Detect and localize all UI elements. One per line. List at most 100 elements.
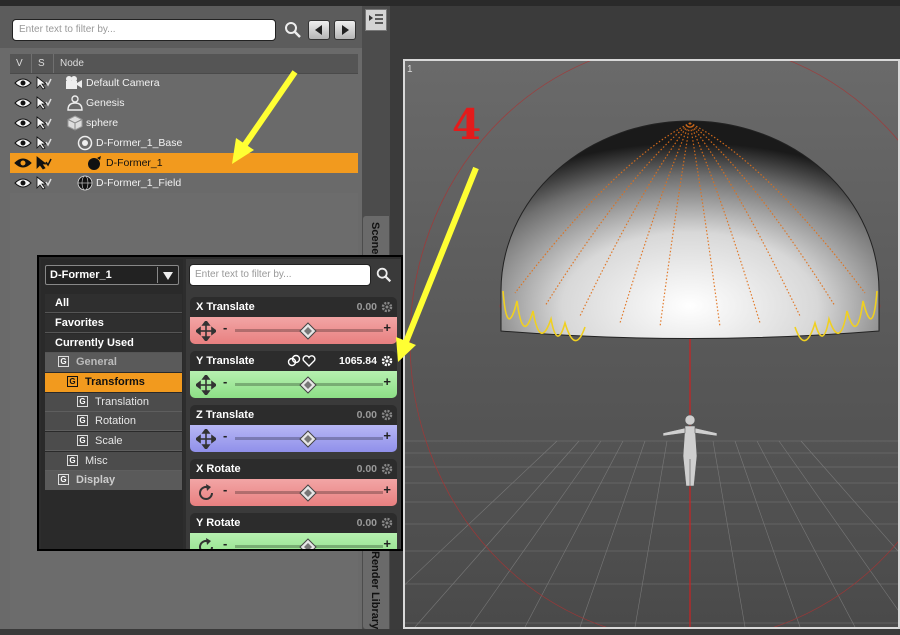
chevron-down-icon[interactable] — [163, 272, 173, 280]
tree-node-label: D-Former_1_Base — [96, 137, 183, 149]
eye-icon[interactable] — [14, 77, 32, 89]
node-column-header[interactable]: Node — [54, 54, 358, 73]
category-label: General — [76, 356, 117, 368]
slider-plus[interactable]: + — [383, 374, 391, 389]
slider-minus[interactable]: - — [223, 428, 227, 443]
forward-button[interactable] — [334, 20, 356, 40]
move-arrows-icon — [196, 321, 216, 341]
slider-track-area[interactable]: - + — [190, 533, 397, 549]
eye-icon[interactable] — [14, 137, 32, 149]
back-button[interactable] — [308, 20, 330, 40]
slider-value[interactable]: 1065.84 — [339, 351, 377, 371]
category-rotation[interactable]: G Rotation — [45, 412, 182, 431]
eye-icon[interactable] — [14, 177, 32, 189]
category-label: Translation — [95, 396, 150, 408]
slider-knob[interactable] — [299, 322, 317, 340]
pane-menu-button[interactable] — [365, 9, 387, 31]
category-general[interactable]: G General — [45, 353, 182, 372]
category-scale[interactable]: G Scale — [45, 432, 182, 451]
gear-icon[interactable] — [381, 463, 393, 475]
selectable-arrow-icon[interactable] — [36, 136, 52, 150]
slider-z-translate[interactable]: Z Translate 0.00 - + — [190, 405, 397, 456]
category-all[interactable]: All — [45, 294, 182, 313]
group-icon: G — [67, 376, 78, 387]
tree-row-dformer-base[interactable]: D-Former_1_Base — [10, 133, 358, 153]
slider-value[interactable]: 0.00 — [357, 405, 377, 425]
group-icon: G — [58, 474, 69, 485]
search-icon[interactable] — [283, 20, 303, 40]
category-label: Scale — [95, 435, 123, 447]
slider-knob[interactable] — [299, 376, 317, 394]
category-display[interactable]: G Display — [45, 471, 182, 490]
tab-scene[interactable]: Scene — [363, 216, 389, 260]
category-favorites[interactable]: Favorites — [45, 314, 182, 333]
slider-y-rotate[interactable]: Y Rotate 0.00 - + — [190, 513, 397, 549]
slider-minus[interactable]: - — [223, 482, 227, 497]
move-arrows-icon — [196, 429, 216, 449]
link-icon[interactable] — [287, 354, 301, 367]
favorite-heart-icon[interactable] — [302, 355, 316, 367]
slider-knob[interactable] — [299, 484, 317, 502]
selectable-arrow-icon[interactable] — [36, 96, 52, 110]
gear-icon[interactable] — [381, 409, 393, 421]
eye-icon[interactable] — [14, 117, 32, 129]
selectable-column-header[interactable]: S — [32, 54, 54, 73]
slider-track-area[interactable]: - + — [190, 479, 397, 506]
gear-icon[interactable] — [381, 355, 393, 367]
slider-minus[interactable]: - — [223, 536, 227, 549]
slider-plus[interactable]: + — [383, 428, 391, 443]
slider-knob[interactable] — [299, 538, 317, 549]
tab-render-library[interactable]: Render Library — [363, 545, 389, 629]
gear-icon[interactable] — [381, 301, 393, 313]
parameters-filter-input[interactable]: Enter text to filter by... — [189, 264, 371, 286]
eye-icon[interactable] — [14, 157, 32, 169]
scene-filter-input[interactable]: Enter text to filter by... — [12, 19, 276, 41]
tree-row-dformer-field[interactable]: D-Former_1_Field — [10, 173, 358, 193]
slider-name: X Translate — [196, 301, 255, 313]
slider-knob[interactable] — [299, 430, 317, 448]
category-misc[interactable]: G Misc — [45, 452, 182, 471]
slider-header: X Rotate 0.00 — [190, 459, 397, 479]
selectable-arrow-icon[interactable] — [36, 76, 52, 90]
step-number-annotation: 4 — [452, 100, 482, 149]
rotate-icon — [199, 484, 213, 500]
category-currently-used[interactable]: Currently Used — [45, 334, 182, 353]
slider-value[interactable]: 0.00 — [357, 459, 377, 479]
slider-value[interactable]: 0.00 — [357, 513, 377, 533]
slider-x-rotate[interactable]: X Rotate 0.00 - + — [190, 459, 397, 510]
group-icon: G — [77, 435, 88, 446]
slider-plus[interactable]: + — [383, 320, 391, 335]
slider-track-area[interactable]: - + — [190, 371, 397, 398]
tree-row-default-camera[interactable]: Default Camera — [10, 73, 358, 93]
category-label: Favorites — [55, 317, 104, 329]
tree-row-genesis[interactable]: Genesis — [10, 93, 358, 113]
selectable-arrow-icon[interactable] — [36, 156, 52, 170]
tab-render-library-label: Render Library — [369, 551, 381, 630]
menu-lines-icon — [369, 14, 383, 24]
viewport-index: 1 — [407, 64, 413, 75]
eye-icon[interactable] — [14, 97, 32, 109]
selectable-arrow-icon[interactable] — [36, 176, 52, 190]
category-label: Display — [76, 474, 116, 486]
tree-node-label: Default Camera — [86, 77, 160, 89]
slider-track-area[interactable]: - + — [190, 425, 397, 452]
tree-row-sphere[interactable]: sphere — [10, 113, 358, 133]
visible-column-header[interactable]: V — [10, 54, 32, 73]
slider-minus[interactable]: - — [223, 320, 227, 335]
slider-x-translate[interactable]: X Translate 0.00 - + — [190, 297, 397, 348]
slider-value[interactable]: 0.00 — [357, 297, 377, 317]
group-icon: G — [67, 455, 78, 466]
slider-track-area[interactable]: - + — [190, 317, 397, 344]
tree-row-dformer-selected[interactable]: D-Former_1 — [10, 153, 358, 173]
gear-icon[interactable] — [381, 517, 393, 529]
slider-minus[interactable]: - — [223, 374, 227, 389]
category-translation[interactable]: G Translation — [45, 393, 182, 412]
search-icon[interactable] — [375, 266, 393, 284]
slider-plus[interactable]: + — [383, 482, 391, 497]
rotate-icon — [199, 538, 213, 549]
floor-grid — [405, 440, 898, 627]
selectable-arrow-icon[interactable] — [36, 116, 52, 130]
category-transforms[interactable]: G Transforms — [45, 373, 182, 392]
tree-node-label: sphere — [86, 117, 119, 129]
slider-plus[interactable]: + — [383, 536, 391, 549]
